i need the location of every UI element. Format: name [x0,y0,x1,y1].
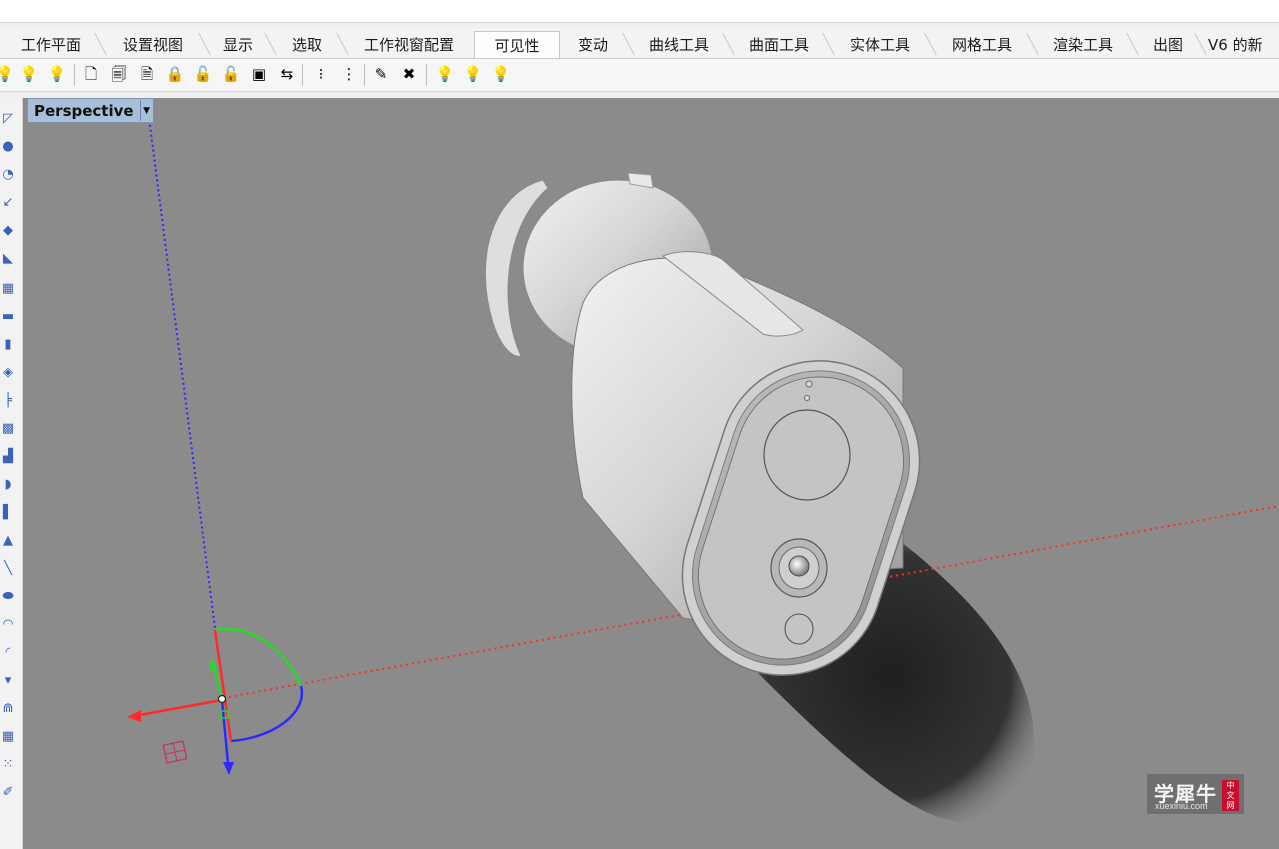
polygon-icon[interactable]: ▬ [0,308,16,324]
show-edges-icon[interactable]: ✎ [370,62,392,86]
hide-light-icon[interactable]: 💡 [46,62,68,86]
tab-surface-tools[interactable]: 曲面工具 [736,31,822,58]
ribbon-tab-bar: 工作平面 设置视图 显示 选取 工作视窗配置 可见性 变动 曲线工具 曲面工具 … [0,28,1279,59]
viewport-title-tab[interactable]: Perspective ▼ [27,98,154,123]
tab-render-tools[interactable]: 渲染工具 [1040,31,1126,58]
lightbulb-on-icon[interactable]: 💡 [434,62,456,86]
padlock-partial-icon[interactable]: 🔓 [220,62,242,86]
visibility-toolbar: 💡 💡 💡 🗋 🗐 🗎 🔒 🔓 🔓 ▣ ⇆ ⁝ ⋮ ✎ ✖ 💡 💡 💡 [0,59,1279,92]
lock-swap-icon[interactable]: ▣ [248,62,270,86]
lightbulb-off-icon[interactable]: 💡 [490,62,512,86]
arc-icon[interactable]: ◔ [0,166,16,182]
watermark-logo: 学犀牛 xuexiniu.com 中 文 网 [1147,774,1244,814]
tab-visibility[interactable]: 可见性 [474,31,560,58]
watermark-url: xuexiniu.com [1155,801,1208,811]
viewport-title: Perspective [34,101,134,120]
show-points-icon[interactable]: ⁝ [310,62,332,86]
surface-icon[interactable]: ▮ [0,336,16,352]
z-axis-line [147,109,216,629]
tab-viewport-layout[interactable]: 工作视窗配置 [350,31,468,58]
patch-icon[interactable]: ▩ [0,420,16,436]
extrude-icon[interactable]: ◈ [0,364,16,380]
tab-curve-tools[interactable]: 曲线工具 [636,31,722,58]
rectangle-icon[interactable]: ▦ [0,280,16,296]
lock-object-icon[interactable]: 🗋 [80,62,102,86]
perspective-viewport[interactable] [23,98,1279,849]
title-strip [0,0,1279,23]
tab-select[interactable]: 选取 [278,31,336,58]
polyline-icon[interactable]: ◆ [0,222,16,238]
swap-visibility-icon[interactable]: ⇆ [276,62,298,86]
tab-set-view[interactable]: 设置视图 [108,31,198,58]
point-icon[interactable]: ◸ [0,110,16,126]
tab-v6-new[interactable]: V6 的新 [1208,31,1279,58]
cylinder-icon[interactable]: ▌ [0,504,16,520]
tab-transform[interactable]: 变动 [564,31,622,58]
show-light-icon[interactable]: 💡 [0,62,16,86]
padlock-open-icon[interactable]: 🔓 [192,62,214,86]
hide-points-icon[interactable]: ⋮ [338,62,360,86]
tab-mesh-tools[interactable]: 网格工具 [938,31,1026,58]
fillet-icon[interactable]: ▾ [0,672,16,688]
cone-icon[interactable]: ▲ [0,532,16,548]
pipe-icon[interactable]: ╲ [0,560,16,576]
boolean-icon[interactable]: ◜ [0,644,16,660]
show-selected-light-icon[interactable]: 💡 [18,62,40,86]
left-tool-palette: ◸ ● ◔ ↙ ◆ ◣ ▦ ▬ ▮ ◈ ╞ ▩ ▟ ◗ ▌ ▲ ╲ ⬬ ◠ ◜ … [0,98,23,849]
tab-workplane[interactable]: 工作平面 [8,31,94,58]
grid-icon[interactable]: ▦ [0,728,16,744]
loft-icon[interactable]: ╞ [0,392,16,408]
watermark-badge: 中 文 网 [1222,780,1239,811]
line-icon[interactable]: ◣ [0,250,16,266]
curve-icon[interactable]: ↙ [0,194,16,210]
tab-drafting[interactable]: 出图 [1140,31,1196,58]
torus-icon[interactable]: ◠ [0,616,16,632]
viewport-canvas [127,109,1279,824]
lightbulb-selected-icon[interactable]: 💡 [462,62,484,86]
gumball-widget[interactable] [127,627,304,775]
chevron-down-icon[interactable]: ▼ [139,100,153,121]
mesh-icon[interactable]: ⋒ [0,700,16,716]
padlock-icon[interactable]: 🔒 [164,62,186,86]
analysis-icon[interactable]: ⁙ [0,756,16,772]
unlock-selected-icon[interactable]: 🗎 [136,62,158,86]
lens-glass [788,555,810,577]
hide-edges-icon[interactable]: ✖ [398,62,420,86]
tab-solid-tools[interactable]: 实体工具 [836,31,924,58]
circle-icon[interactable]: ● [0,138,16,154]
ellipsoid-icon[interactable]: ⬬ [0,588,16,604]
mic-dot [804,395,810,401]
sphere-icon[interactable]: ◗ [0,476,16,492]
tab-display[interactable]: 显示 [212,31,264,58]
box-icon[interactable]: ▟ [0,448,16,464]
sketch-icon[interactable]: ✐ [0,784,16,800]
sensor-dot [805,380,813,388]
lock-selected-icon[interactable]: 🗐 [108,62,130,86]
